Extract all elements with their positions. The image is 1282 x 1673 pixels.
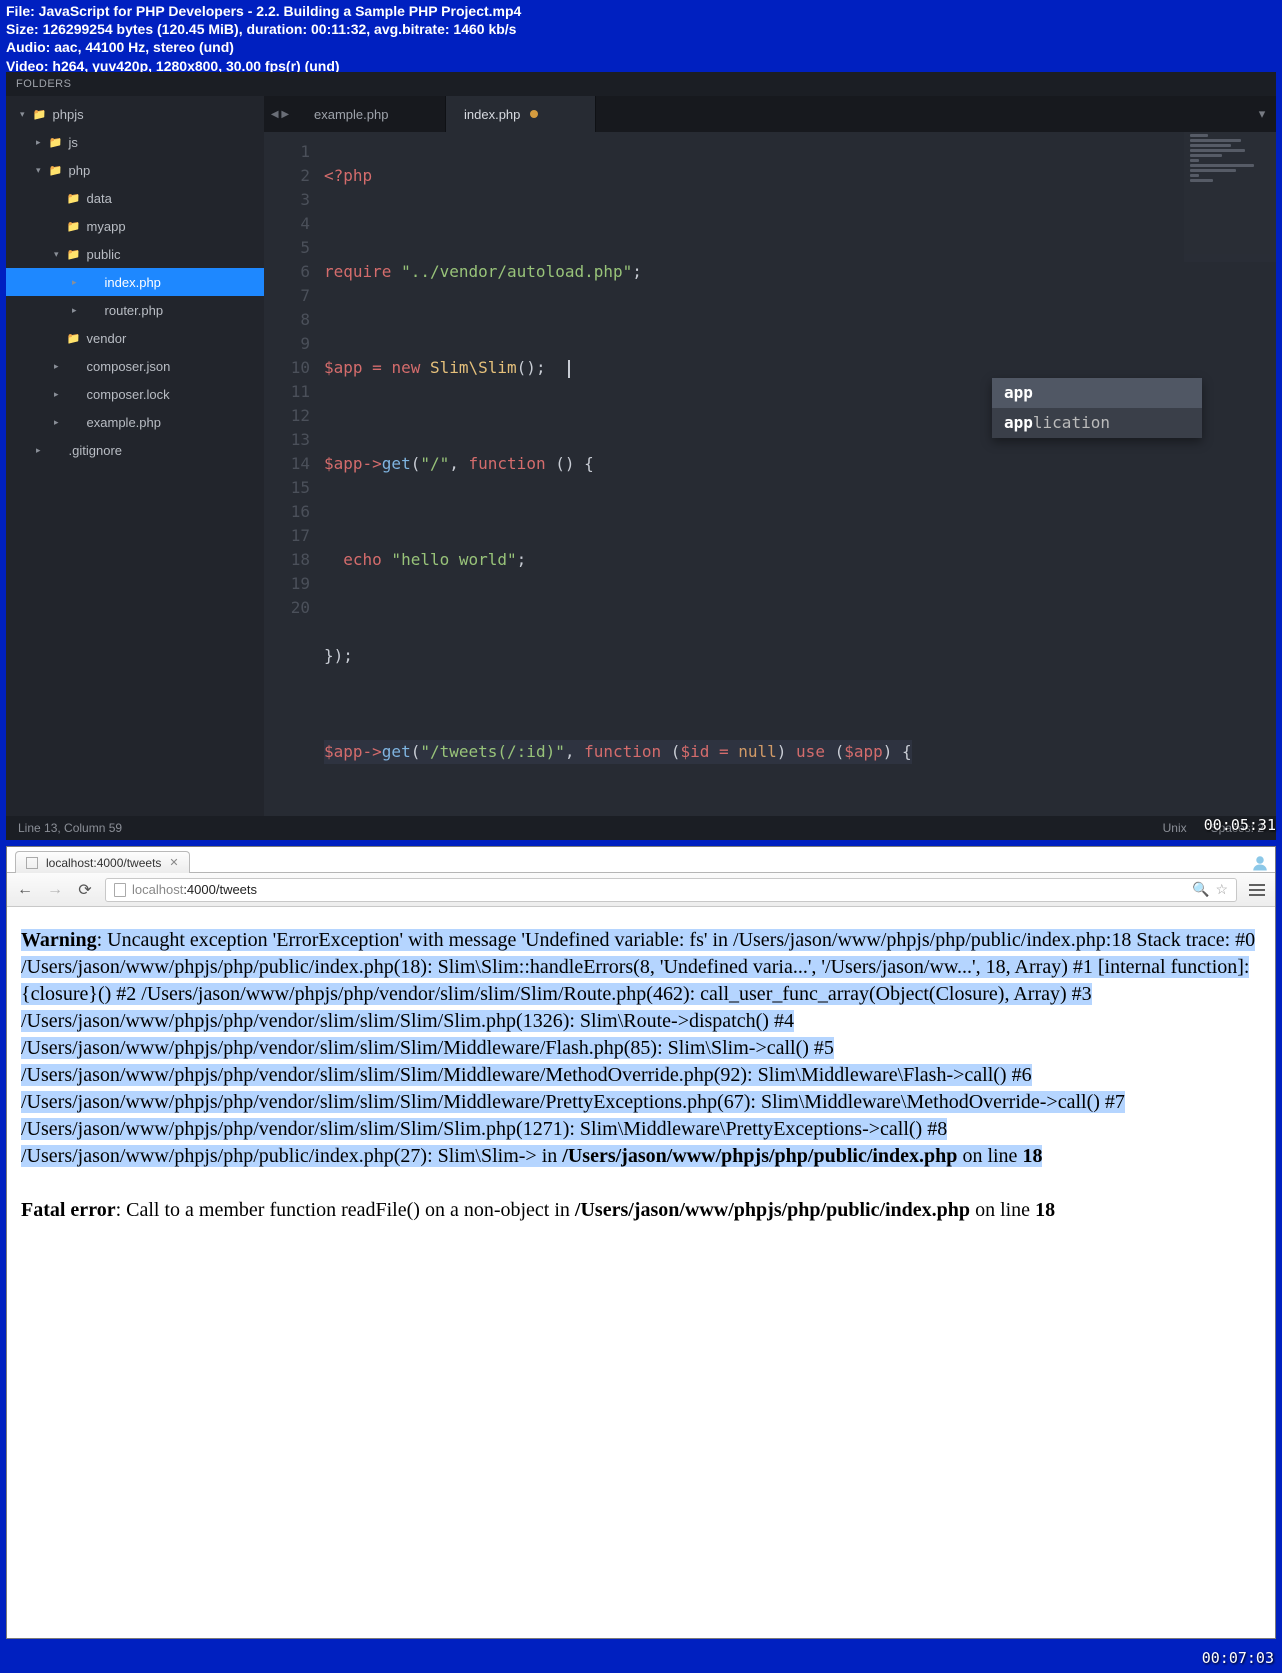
dirty-indicator-icon xyxy=(530,110,538,118)
sidebar-header: FOLDERS xyxy=(6,72,1276,96)
code-area[interactable]: 1234567891011121314151617181920 <?php re… xyxy=(264,132,1276,816)
browser-tabstrip: localhost:4000/tweets ✕ xyxy=(7,847,1275,873)
media-info-overlay: File: JavaScript for PHP Developers - 2.… xyxy=(0,0,1282,77)
code-content[interactable]: <?php require "../vendor/autoload.php"; … xyxy=(324,132,912,816)
tree-folder-public[interactable]: ▾📁public xyxy=(6,240,264,268)
browser-toolbar: ← → ⟳ localhost:4000/tweets 🔍 ☆ xyxy=(7,873,1275,907)
tree-folder-phpjs[interactable]: ▾📁phpjs xyxy=(6,100,264,128)
video-timestamp-bottom: 00:07:03 xyxy=(1202,1649,1274,1667)
file-tree-sidebar[interactable]: ▾📁phpjs ▸📁js ▾📁php ▸📁data ▸📁myapp ▾📁publ… xyxy=(6,96,264,816)
media-file: File: JavaScript for PHP Developers - 2.… xyxy=(6,2,1276,20)
line-gutter: 1234567891011121314151617181920 xyxy=(264,132,324,816)
tab-example[interactable]: example.php xyxy=(296,96,446,132)
reload-button[interactable]: ⟳ xyxy=(75,880,95,900)
media-size: Size: 126299254 bytes (120.45 MiB), dura… xyxy=(6,20,1276,38)
video-timestamp: 00:05:31 xyxy=(1204,816,1276,834)
tree-file-index[interactable]: ▸·index.php xyxy=(6,268,264,296)
tree-folder-data[interactable]: ▸📁data xyxy=(6,184,264,212)
tree-file-router[interactable]: ▸·router.php xyxy=(6,296,264,324)
folder-icon: 📁 xyxy=(67,248,81,261)
minimap[interactable] xyxy=(1184,132,1276,262)
tree-folder-php[interactable]: ▾📁php xyxy=(6,156,264,184)
code-editor-window: FOLDERS ▾📁phpjs ▸📁js ▾📁php ▸📁data ▸📁myap… xyxy=(6,72,1276,840)
browser-window: localhost:4000/tweets ✕ ← → ⟳ localhost:… xyxy=(6,846,1276,1639)
user-avatar-icon[interactable] xyxy=(1251,854,1269,872)
autocomplete-item[interactable]: app xyxy=(992,378,1202,408)
tree-file-composer-json[interactable]: ▸·composer.json xyxy=(6,352,264,380)
fatal-text: : Call to a member function readFile() o… xyxy=(116,1199,575,1221)
tree-folder-vendor[interactable]: ▸📁vendor xyxy=(6,324,264,352)
page-icon xyxy=(114,883,126,897)
folder-icon: 📁 xyxy=(67,220,81,233)
forward-button[interactable]: → xyxy=(45,880,65,900)
fatal-label: Fatal error xyxy=(21,1199,116,1221)
folder-icon: 📁 xyxy=(67,192,81,205)
editor-statusbar: Line 13, Column 59 Unix Spaces: 2 xyxy=(6,816,1276,840)
tree-file-gitignore[interactable]: ▸·.gitignore xyxy=(6,436,264,464)
folder-icon: 📁 xyxy=(67,332,81,345)
status-cursor-pos: Line 13, Column 59 xyxy=(18,821,122,835)
warning-text: : Uncaught exception 'ErrorException' wi… xyxy=(21,929,1255,1167)
tab-bar: ◀ ▶ example.php index.php ▾ xyxy=(264,96,1276,132)
back-button[interactable]: ← xyxy=(15,880,35,900)
address-bar[interactable]: localhost:4000/tweets 🔍 ☆ xyxy=(105,878,1237,902)
bookmark-star-icon[interactable]: ☆ xyxy=(1215,881,1228,898)
close-tab-icon[interactable]: ✕ xyxy=(169,856,178,869)
text-cursor xyxy=(568,360,570,378)
media-audio: Audio: aac, 44100 Hz, stereo (und) xyxy=(6,38,1276,56)
tree-file-composer-lock[interactable]: ▸·composer.lock xyxy=(6,380,264,408)
browser-tab[interactable]: localhost:4000/tweets ✕ xyxy=(15,851,190,873)
page-icon xyxy=(26,857,38,869)
tab-index[interactable]: index.php xyxy=(446,96,596,132)
hamburger-menu-icon[interactable] xyxy=(1247,884,1267,896)
tree-file-example[interactable]: ▸·example.php xyxy=(6,408,264,436)
folder-icon: 📁 xyxy=(33,108,47,121)
autocomplete-popup[interactable]: app application xyxy=(992,378,1202,438)
tree-folder-js[interactable]: ▸📁js xyxy=(6,128,264,156)
folder-icon: 📁 xyxy=(49,136,63,149)
warning-label: Warning xyxy=(21,929,97,951)
tab-overflow-button[interactable]: ▾ xyxy=(1248,96,1276,132)
page-content[interactable]: Warning: Uncaught exception 'ErrorExcept… xyxy=(7,907,1275,1638)
status-line-endings[interactable]: Unix xyxy=(1163,821,1187,835)
autocomplete-item[interactable]: application xyxy=(992,408,1202,438)
folder-icon: 📁 xyxy=(49,164,63,177)
tree-folder-myapp[interactable]: ▸📁myapp xyxy=(6,212,264,240)
search-icon[interactable]: 🔍 xyxy=(1192,881,1209,898)
tab-history-nav[interactable]: ◀ ▶ xyxy=(264,96,296,132)
